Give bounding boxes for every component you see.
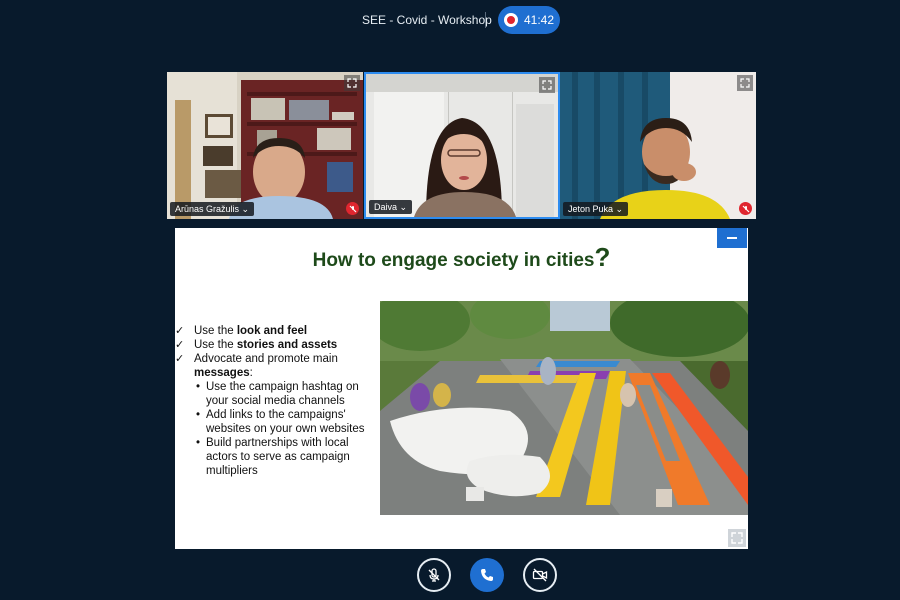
bullet-text: : xyxy=(249,367,253,379)
mute-mic-button[interactable] xyxy=(417,558,451,592)
recording-time: 41:42 xyxy=(523,13,555,27)
header-divider xyxy=(485,12,486,28)
participant-3-video xyxy=(560,72,756,219)
expand-icon xyxy=(347,78,357,88)
expand-icon xyxy=(542,80,552,90)
bullet-text: Use the xyxy=(194,325,237,337)
sub-bullet-list: • Use the campaign hashtag on your social… xyxy=(194,380,375,478)
slide-title-text: How to engage society in cities xyxy=(312,250,595,271)
bullet-text: Use the xyxy=(194,339,237,351)
list-item: ✓ Use the stories and assets xyxy=(175,338,375,352)
bullet-bold: messages xyxy=(194,367,250,379)
participant-2-video xyxy=(366,74,558,217)
participant-name-tag[interactable]: Arūnas Gražulis ⌄ xyxy=(170,202,255,216)
list-item: • Use the campaign hashtag on your social… xyxy=(194,380,375,408)
record-icon xyxy=(503,13,518,27)
list-item: ✓ Advocate and promote main messages: xyxy=(175,352,375,380)
participant-name: Arūnas Gražulis xyxy=(175,204,240,214)
street-painting-photo xyxy=(380,301,748,515)
fullscreen-icon xyxy=(731,532,743,544)
list-item: • Build partnerships with local actors to… xyxy=(194,436,375,478)
expand-button[interactable] xyxy=(539,77,555,93)
video-tile-participant-1[interactable]: Arūnas Gražulis ⌄ xyxy=(167,72,363,219)
sub-bullet-text: Use the campaign hashtag on your social … xyxy=(206,381,359,407)
bullet-text: Advocate and promote main xyxy=(194,353,338,365)
recording-indicator[interactable]: 41:42 xyxy=(498,6,560,34)
mic-off-icon xyxy=(428,568,440,582)
checkmark-icon: ✓ xyxy=(175,353,185,365)
expand-icon xyxy=(740,78,750,88)
chevron-down-icon: ⌄ xyxy=(399,202,408,212)
bullet-list: ✓ Use the look and feel ✓ Use the storie… xyxy=(175,324,375,478)
participant-name-tag[interactable]: Daiva ⌄ xyxy=(369,200,413,214)
participant-name: Daiva xyxy=(374,202,398,212)
slide-title-mark: ? xyxy=(594,242,611,272)
bullet-dot-icon: • xyxy=(196,381,201,393)
participant-name: Jeton Puka xyxy=(568,204,614,214)
mic-off-icon xyxy=(739,202,752,215)
bullet-dot-icon: • xyxy=(196,409,201,421)
sub-bullet-text: Add links to the campaigns' websites on … xyxy=(206,409,365,435)
participant-1-video xyxy=(167,72,363,219)
checkmark-icon: ✓ xyxy=(175,325,185,337)
bullet-bold: look and feel xyxy=(236,325,308,337)
expand-button[interactable] xyxy=(344,75,360,91)
expand-button[interactable] xyxy=(737,75,753,91)
participant-name-tag[interactable]: Jeton Puka ⌄ xyxy=(563,202,629,216)
video-off-icon xyxy=(532,568,548,582)
bullet-bold: stories and assets xyxy=(236,339,338,351)
chevron-down-icon: ⌄ xyxy=(615,204,624,214)
video-tile-participant-3[interactable]: Jeton Puka ⌄ xyxy=(560,72,756,219)
call-button[interactable] xyxy=(470,558,504,592)
fullscreen-button[interactable] xyxy=(728,529,746,547)
list-item: • Add links to the campaigns' websites on… xyxy=(194,408,375,436)
checkmark-icon: ✓ xyxy=(175,339,185,351)
chevron-down-icon: ⌄ xyxy=(241,204,250,214)
video-tile-participant-2[interactable]: Daiva ⌄ xyxy=(364,72,560,219)
slide-title: How to engage society in cities? xyxy=(175,242,748,273)
list-item: ✓ Use the look and feel xyxy=(175,324,375,338)
meeting-title: SEE - Covid - Workshop xyxy=(362,13,492,27)
video-toggle-button[interactable] xyxy=(523,558,557,592)
mic-off-icon xyxy=(346,202,359,215)
shared-slide: How to engage society in cities? ✓ Use t… xyxy=(175,228,748,549)
bullet-dot-icon: • xyxy=(196,437,201,449)
sub-bullet-text: Build partnerships with local actors to … xyxy=(206,437,350,477)
phone-icon xyxy=(481,569,493,581)
